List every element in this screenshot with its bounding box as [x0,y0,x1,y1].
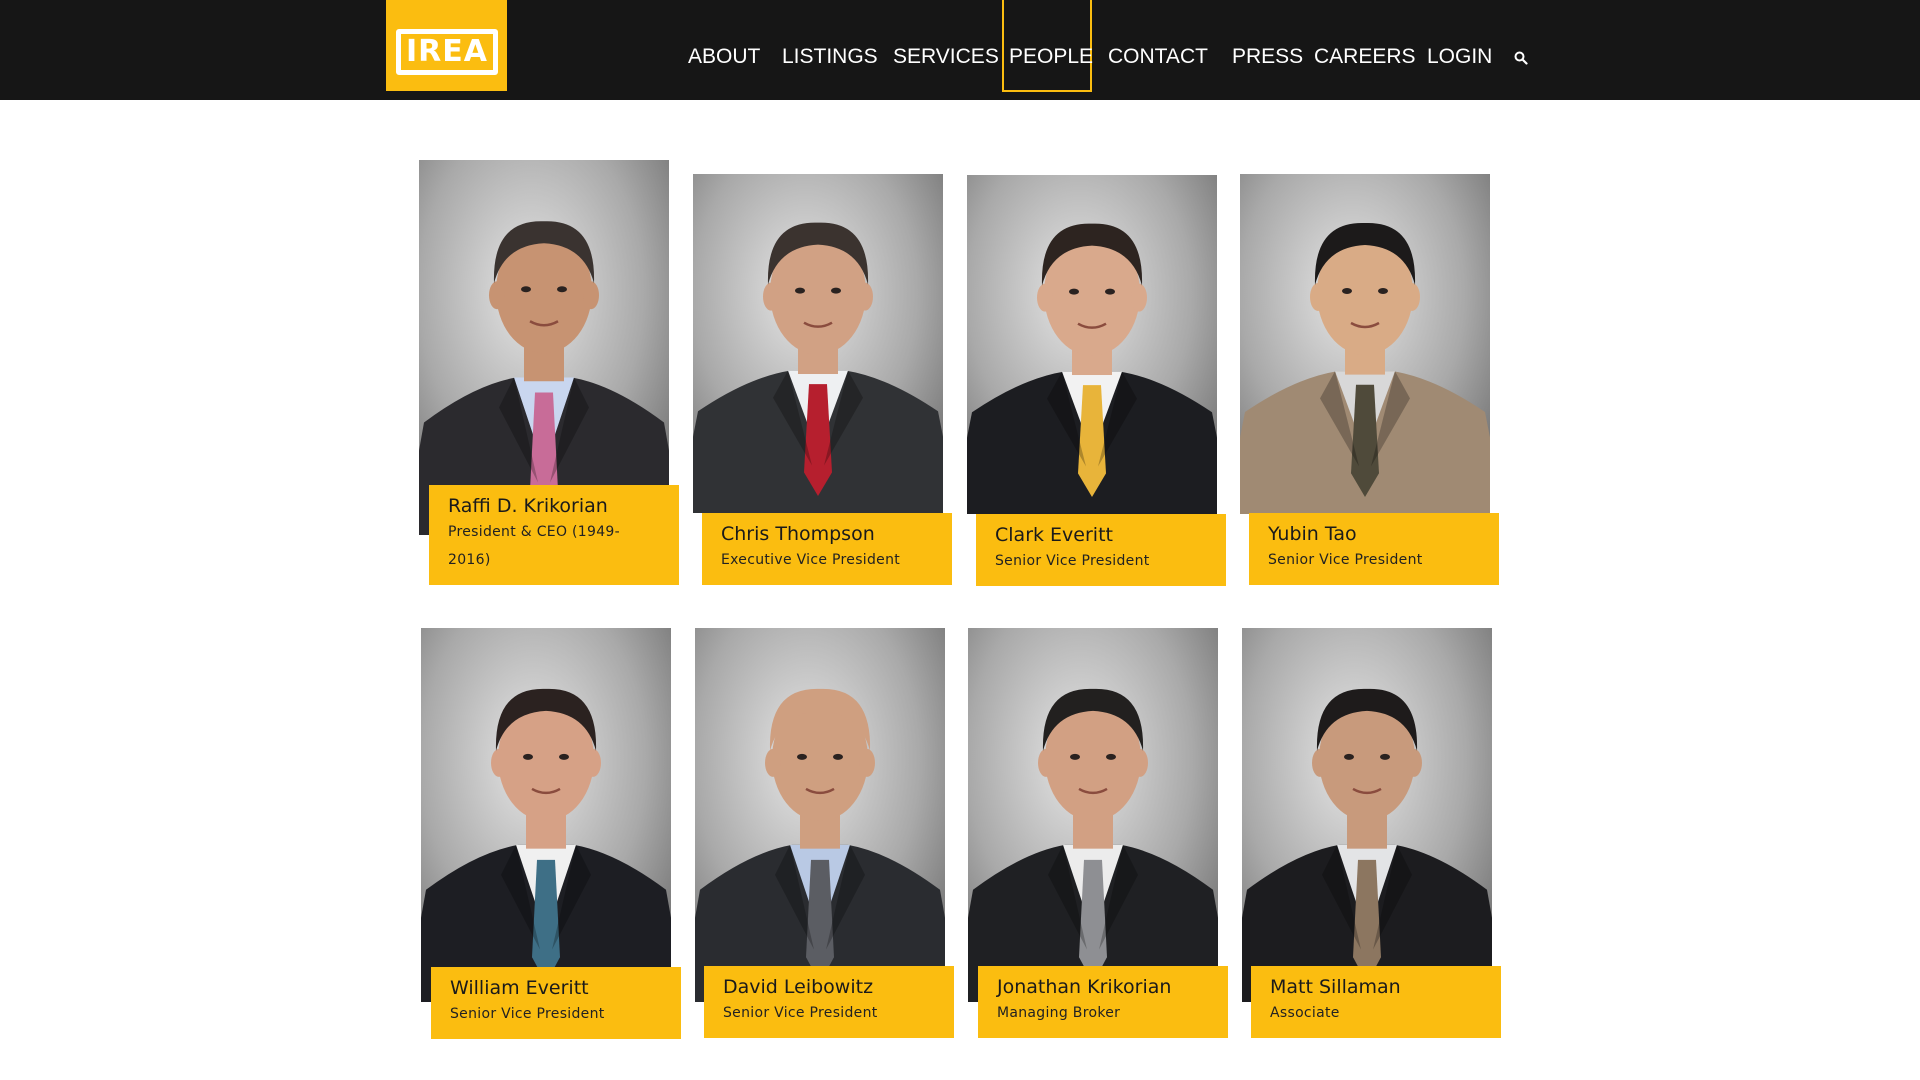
logo-text: IREA [406,34,488,69]
person-name: Clark Everitt [995,524,1113,546]
person-title: Associate [1270,1005,1340,1021]
person-title: Senior Vice President [1268,552,1423,568]
person-photo[interactable] [968,628,1218,1002]
person-name: Yubin Tao [1268,523,1357,545]
nav-press[interactable]: PRESS [1232,42,1303,72]
person-photo[interactable] [695,628,945,1002]
site-header: IREA ABOUT LISTINGS SERVICES PEOPLE CONT… [0,0,1920,100]
person-photo[interactable] [967,175,1217,514]
person-name: Jonathan Krikorian [997,976,1172,998]
person-name: Chris Thompson [721,523,875,545]
person-name: Matt Sillaman [1270,976,1401,998]
person-title: Executive Vice President [721,552,901,568]
person-name: Raffi D. Krikorian [448,495,608,517]
person-title: Senior Vice President [723,1005,878,1021]
person-label[interactable]: Clark Everitt Senior Vice President [976,514,1226,586]
person-title: Senior Vice President [995,553,1150,569]
person-photo[interactable] [1242,628,1492,1002]
search-icon[interactable] [1514,50,1528,65]
person-name: William Everitt [450,977,589,999]
person-label[interactable]: William Everitt Senior Vice President [431,967,681,1039]
person-label[interactable]: Yubin Tao Senior Vice President [1249,513,1499,585]
nav-listings[interactable]: LISTINGS [782,42,878,72]
person-name: David Leibowitz [723,976,874,998]
nav-contact[interactable]: CONTACT [1108,42,1208,72]
person-label[interactable]: Chris Thompson Executive Vice President [702,513,952,585]
person-photo[interactable] [693,174,943,513]
nav-login[interactable]: LOGIN [1427,42,1492,72]
person-label[interactable]: Matt Sillaman Associate [1251,966,1501,1038]
person-label[interactable]: David Leibowitz Senior Vice President [704,966,954,1038]
irea-logo[interactable]: IREA [386,0,507,91]
person-label[interactable]: Raffi D. Krikorian President & CEO (1949… [429,485,679,585]
person-photo[interactable] [421,628,671,1002]
nav-careers[interactable]: CAREERS [1314,42,1416,72]
person-title: Managing Broker [997,1005,1121,1021]
logo-frame: IREA [396,29,498,75]
nav-people[interactable]: PEOPLE [1009,42,1093,72]
nav-about[interactable]: ABOUT [688,42,760,72]
person-title: President & CEO (1949-2016) [448,524,620,568]
person-label[interactable]: Jonathan Krikorian Managing Broker [978,966,1228,1038]
person-photo[interactable] [419,160,669,535]
nav-services[interactable]: SERVICES [893,42,999,72]
person-title: Senior Vice President [450,1006,605,1022]
person-photo[interactable] [1240,174,1490,514]
